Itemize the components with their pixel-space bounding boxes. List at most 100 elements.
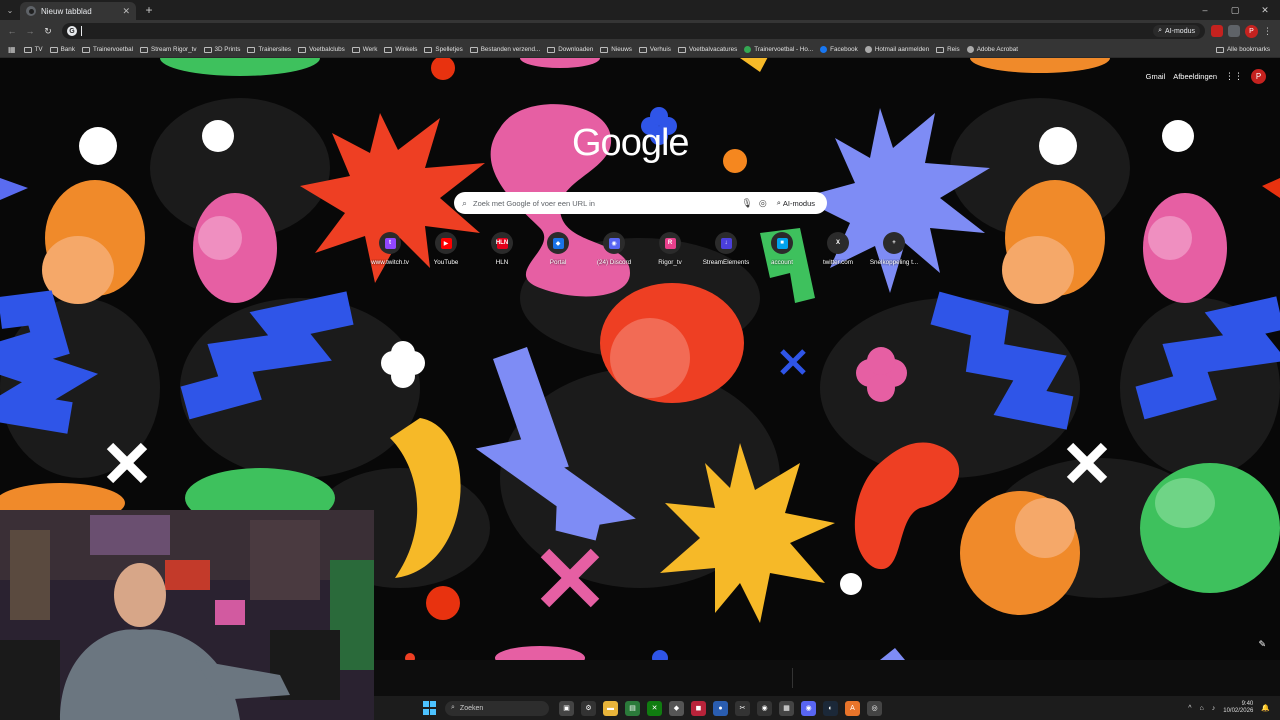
close-window-button[interactable]: ✕ <box>1250 0 1280 20</box>
bookmark-item[interactable]: Facebook <box>820 46 858 53</box>
shortcut-tile[interactable]: ■ account <box>754 232 810 266</box>
minimize-button[interactable]: – <box>1190 0 1220 20</box>
shortcut-label: HLN <box>495 259 509 266</box>
google-apps-icon[interactable]: ⋮⋮ <box>1225 71 1243 82</box>
bookmark-item[interactable]: Spelletjes <box>424 46 463 53</box>
bookmark-item[interactable]: Hotmail aanmelden <box>864 46 929 53</box>
microphone-icon[interactable]: 🎙 <box>741 198 752 209</box>
tab-new-tab[interactable]: Nieuw tabblad ✕ <box>20 2 136 20</box>
bookmark-item[interactable]: Nieuws <box>600 46 632 53</box>
notification-bell-icon[interactable]: 🔔 <box>1261 704 1270 712</box>
store-icon[interactable]: ▤ <box>625 700 640 716</box>
volume-icon[interactable]: ♪ <box>1212 705 1216 712</box>
bookmark-item[interactable]: Bestanden verzend... <box>469 46 540 53</box>
taskbar-apps: ▣ ⚙ ▬ ▤ ✕ ◆ ◼ ● ✂ ◉ ▦ ◉ ◐ A ◎ <box>559 700 882 716</box>
webcam-video-feed <box>0 510 374 720</box>
bookmark-item[interactable]: Trainervoetbal - Ho... <box>744 46 813 53</box>
bookmark-label: Facebook <box>830 46 858 53</box>
apps-grid-icon[interactable]: ▦ <box>8 45 16 54</box>
extensions-puzzle-icon[interactable] <box>1228 25 1240 37</box>
search-icon: ⌕ <box>451 704 455 711</box>
bookmark-item[interactable]: Stream Rigor_tv <box>140 46 197 53</box>
ai-mode-button[interactable]: ⌕ AI-modus <box>773 198 819 208</box>
taskbar-search[interactable]: ⌕ Zoeken <box>445 700 549 716</box>
shortcut-tile[interactable]: R Rigor_tv <box>642 232 698 266</box>
clock[interactable]: 9:40 10/02/2026 <box>1223 701 1253 715</box>
windows-start-icon[interactable] <box>423 701 437 715</box>
chrome-icon[interactable]: ◉ <box>757 700 772 716</box>
app-grey-icon[interactable]: ▦ <box>779 700 794 716</box>
settings-gear-icon[interactable]: ⚙ <box>581 700 596 716</box>
forward-arrow-icon[interactable]: → <box>22 23 38 39</box>
divider <box>792 668 793 688</box>
chevron-up-icon[interactable]: ^ <box>1188 705 1191 712</box>
site-favicon-icon <box>820 46 828 53</box>
google-search-box[interactable]: ⌕ Zoek met Google of voer een URL in 🎙 ◎… <box>454 192 827 214</box>
capcut-icon[interactable]: ✂ <box>735 700 750 716</box>
bookmark-item[interactable]: Verhuis <box>638 46 671 53</box>
desktop-area <box>374 660 1280 696</box>
bookmark-item[interactable]: TV <box>23 46 43 53</box>
shortcut-tile[interactable]: HLN HLN <box>474 232 530 266</box>
folder-icon <box>469 46 478 53</box>
app-orange-icon[interactable]: A <box>845 700 860 716</box>
bookmark-item[interactable]: Werk <box>351 46 378 53</box>
profile-avatar[interactable]: P <box>1245 24 1258 38</box>
obs-icon[interactable]: ◎ <box>867 700 882 716</box>
bookmark-label: Trainervoetbal <box>92 46 133 53</box>
bookmark-item[interactable]: Bank <box>49 46 75 53</box>
app-icon[interactable]: ◆ <box>669 700 684 716</box>
bookmark-item[interactable]: Reis <box>936 46 960 53</box>
file-explorer-icon[interactable]: ▬ <box>603 700 618 716</box>
shortcut-favicon-icon: X <box>832 237 844 249</box>
webcam-overlay <box>0 510 374 720</box>
shortcut-icon: X <box>827 232 849 254</box>
discord-icon[interactable]: ◉ <box>801 700 816 716</box>
ai-mode-chip[interactable]: ⌕ AI-modus <box>1153 25 1200 37</box>
bookmark-item[interactable]: Voetbalvacatures <box>677 46 737 53</box>
new-tab-button[interactable]: + <box>140 1 158 19</box>
bookmark-item[interactable]: Trainersites <box>247 46 291 53</box>
bookmark-label: Werk <box>362 46 378 53</box>
shortcut-tile[interactable]: ▶ YouTube <box>418 232 474 266</box>
bookmark-item[interactable]: Trainervoetbal <box>81 46 133 53</box>
steam-icon[interactable]: ◐ <box>823 700 838 716</box>
gmail-link[interactable]: Gmail <box>1146 72 1166 81</box>
shortcut-tile[interactable]: t www.twitch.tv <box>362 232 418 266</box>
bookmark-item[interactable]: Adobe Acrobat <box>966 46 1018 53</box>
system-tray: ^ ⌂ ♪ 9:40 10/02/2026 🔔 <box>1188 696 1270 720</box>
shortcut-tile[interactable]: ↓ StreamElements <box>698 232 754 266</box>
customize-pencil-icon[interactable]: ✎ <box>1258 639 1266 650</box>
bookmark-item[interactable]: 3D Prints <box>203 46 241 53</box>
app-red-icon[interactable]: ◼ <box>691 700 706 716</box>
app-blue-drop-icon[interactable]: ● <box>713 700 728 716</box>
shortcut-icon: ■ <box>771 232 793 254</box>
shortcut-tile[interactable]: ◆ Portal <box>530 232 586 266</box>
task-view-icon[interactable]: ▣ <box>559 700 574 716</box>
images-link[interactable]: Afbeeldingen <box>1173 72 1217 81</box>
shortcut-tile[interactable]: Xtwitter.com <box>810 232 866 266</box>
maximize-button[interactable]: ▢ <box>1220 0 1250 20</box>
tab-search-chevron-icon[interactable]: ⌄ <box>0 0 20 20</box>
bookmark-label: 3D Prints <box>214 46 241 53</box>
bookmark-item[interactable]: Winkels <box>384 46 417 53</box>
all-bookmarks-button[interactable]: Alle bookmarks <box>1215 46 1270 53</box>
shortcut-favicon-icon: + <box>888 237 900 249</box>
folder-icon <box>23 46 32 53</box>
search-input[interactable]: Zoek met Google of voer een URL in <box>473 199 735 208</box>
bookmark-item[interactable]: Voetbalclubs <box>298 46 345 53</box>
shortcut-icon: R <box>659 232 681 254</box>
xbox-icon[interactable]: ✕ <box>647 700 662 716</box>
network-icon[interactable]: ⌂ <box>1200 705 1204 712</box>
tab-close-icon[interactable]: ✕ <box>122 6 130 17</box>
back-arrow-icon[interactable]: ← <box>4 23 20 39</box>
google-account-avatar[interactable]: P <box>1251 69 1266 84</box>
address-bar[interactable]: G ⌕ AI-modus <box>62 23 1205 39</box>
reload-icon[interactable]: ↻ <box>40 23 56 39</box>
shortcut-tile[interactable]: ◉ (24) Discord <box>586 232 642 266</box>
shortcut-tile[interactable]: + Snelkoppeling t... <box>866 232 922 266</box>
bookmark-item[interactable]: Downloaden <box>547 46 593 53</box>
extension-icon[interactable] <box>1211 25 1223 37</box>
kebab-menu-icon[interactable]: ⋮ <box>1263 26 1272 37</box>
google-lens-icon[interactable]: ◎ <box>759 198 767 209</box>
